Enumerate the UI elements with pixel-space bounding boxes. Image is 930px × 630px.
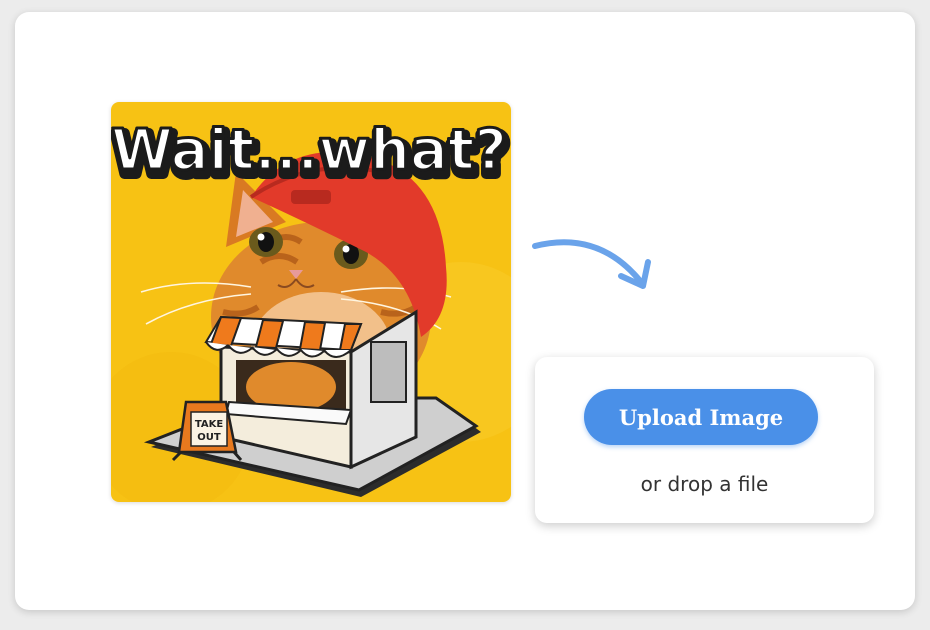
upload-image-button[interactable]: Upload Image [584, 389, 818, 445]
sign-line-2: OUT [197, 432, 221, 443]
cat-shop-illustration: TAKE OUT Wait...what? Wait...what? [111, 102, 511, 502]
upload-dropzone[interactable]: Upload Image or drop a file [535, 357, 874, 523]
preview-image: TAKE OUT Wait...what? Wait...what? [111, 102, 511, 502]
sign-line-1: TAKE [195, 419, 224, 430]
caption-text: Wait...what? [111, 118, 507, 183]
curved-arrow-icon [532, 239, 651, 289]
main-card: TAKE OUT Wait...what? Wait...what? Uploa… [15, 12, 915, 610]
drop-file-label: or drop a file [640, 472, 769, 496]
